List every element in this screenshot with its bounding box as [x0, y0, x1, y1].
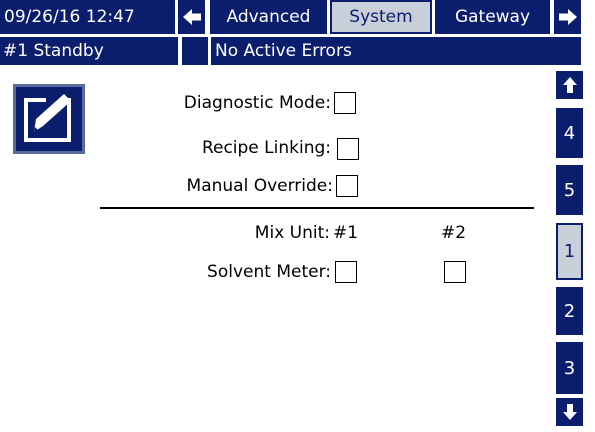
tab-advanced[interactable]: Advanced: [210, 0, 327, 34]
manual-override-checkbox[interactable]: [336, 175, 358, 197]
arrow-down-icon: [562, 404, 577, 420]
arrow-up-icon: [562, 77, 577, 93]
errors-display: No Active Errors: [211, 37, 581, 65]
recipe-linking-checkbox[interactable]: [337, 138, 359, 160]
diagnostic-mode-label: Diagnostic Mode:: [183, 93, 331, 113]
status-display: #1 Standby: [0, 37, 178, 65]
tab-left-button[interactable]: [178, 0, 205, 34]
tab-gateway[interactable]: Gateway: [435, 0, 550, 34]
solvent-meter-unit2-checkbox[interactable]: [444, 261, 466, 283]
page-button-3[interactable]: 3: [556, 342, 583, 394]
diagnostic-mode-checkbox[interactable]: [334, 92, 356, 114]
arrow-left-icon: [182, 9, 201, 25]
edit-icon: [24, 93, 71, 142]
solvent-meter-unit1-checkbox[interactable]: [335, 261, 357, 283]
page-button-1[interactable]: 1: [556, 223, 583, 280]
scroll-down-button[interactable]: [556, 398, 583, 426]
page-button-2[interactable]: 2: [556, 287, 583, 335]
section-divider: [100, 207, 534, 209]
recipe-linking-label: Recipe Linking:: [201, 138, 331, 158]
mix-unit-2-label: #2: [441, 223, 467, 243]
mix-unit-label: Mix Unit:: [254, 223, 330, 243]
manual-override-label: Manual Override:: [186, 176, 333, 196]
mix-unit-1-label: #1: [333, 223, 359, 243]
status-indicator: [182, 37, 208, 65]
page-button-5[interactable]: 5: [556, 165, 583, 215]
tab-system[interactable]: System: [330, 0, 432, 34]
page-button-4[interactable]: 4: [556, 108, 583, 158]
scroll-up-button[interactable]: [556, 71, 583, 99]
edit-button[interactable]: [13, 84, 85, 154]
solvent-meter-label: Solvent Meter:: [207, 262, 331, 282]
arrow-right-icon: [558, 9, 577, 25]
datetime-display: 09/26/16 12:47: [0, 0, 175, 34]
tab-right-button[interactable]: [554, 0, 581, 34]
